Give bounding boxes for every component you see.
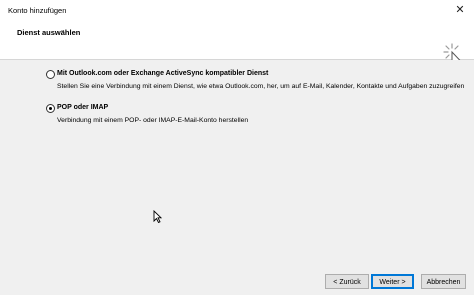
wizard-header: Dienst auswählen: [0, 21, 474, 71]
wizard-body: [0, 60, 474, 295]
back-button[interactable]: < Zurück: [325, 274, 369, 289]
option-label[interactable]: Mit Outlook.com oder Exchange ActiveSync…: [57, 70, 268, 77]
title-bar: Konto hinzufügen ✕: [0, 0, 474, 22]
radio-selected-dot: [49, 107, 52, 110]
radio-pop-imap[interactable]: [46, 104, 55, 113]
window-title: Konto hinzufügen: [8, 6, 67, 15]
page-title: Dienst auswählen: [17, 28, 81, 37]
mouse-pointer-icon: [153, 210, 162, 223]
option-description: Stellen Sie eine Verbindung mit einem Di…: [57, 83, 465, 90]
option-label[interactable]: POP oder IMAP: [57, 104, 108, 111]
next-button[interactable]: Weiter >: [371, 274, 414, 289]
radio-exchange-activesync[interactable]: [46, 70, 55, 79]
close-icon[interactable]: ✕: [452, 2, 468, 18]
option-description: Verbindung mit einem POP- oder IMAP-E-Ma…: [57, 117, 249, 124]
cancel-button[interactable]: Abbrechen: [421, 274, 466, 289]
